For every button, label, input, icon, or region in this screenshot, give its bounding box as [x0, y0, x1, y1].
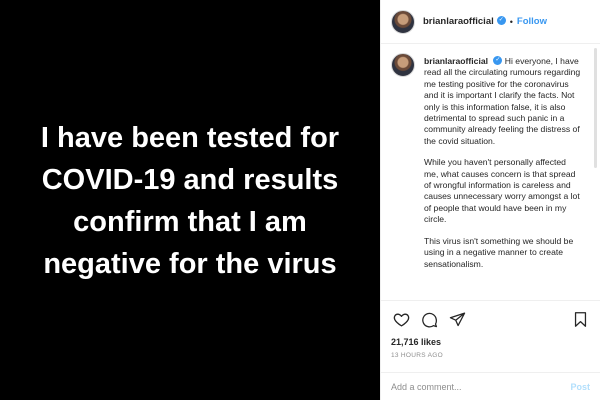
heart-icon[interactable] [391, 309, 411, 329]
share-icon[interactable] [447, 309, 467, 329]
caption-username[interactable]: brianlaraofficial [424, 56, 488, 66]
comment-input[interactable] [391, 381, 571, 392]
comment-icon[interactable] [419, 309, 439, 329]
verified-icon: ✓ [496, 16, 506, 25]
bookmark-icon[interactable] [570, 309, 590, 329]
header-username[interactable]: brianlaraofficial [423, 16, 494, 27]
verified-icon: ✓ [493, 56, 503, 66]
post-sidebar: brianlaraofficial ✓ • Follow brianlaraof… [380, 0, 600, 400]
comments-area[interactable]: brianlaraofficial ✓ Hi everyone, I have … [381, 44, 600, 300]
post-comment-button[interactable]: Post [570, 382, 590, 392]
likes-count[interactable]: 21,716 likes [391, 337, 590, 347]
avatar[interactable] [391, 9, 415, 34]
caption-body: brianlaraofficial ✓ Hi everyone, I have … [424, 56, 582, 280]
follow-button[interactable]: Follow [517, 16, 547, 27]
post-image-text: I have been tested for COVID-19 and resu… [40, 122, 340, 280]
caption-paragraph-3: This virus isn't something we should be … [424, 235, 574, 269]
caption-text-1: Hi everyone, I have read all the circula… [424, 56, 581, 146]
scrollbar[interactable] [594, 48, 597, 168]
caption-paragraph-1: brianlaraofficial ✓ Hi everyone, I have … [424, 56, 582, 147]
post-timestamp[interactable]: 13 HOURS AGO [391, 352, 590, 359]
comment-box: Post [381, 372, 600, 400]
separator-dot: • [509, 16, 513, 27]
caption-avatar[interactable] [391, 53, 415, 77]
caption-paragraph-2: While you haven't personally affected me… [424, 157, 580, 225]
action-icons [391, 309, 590, 329]
post-actions: 21,716 likes 13 HOURS AGO [381, 300, 600, 372]
post-image: I have been tested for COVID-19 and resu… [0, 0, 380, 400]
instagram-post: I have been tested for COVID-19 and resu… [0, 0, 600, 400]
post-header: brianlaraofficial ✓ • Follow [381, 0, 600, 44]
caption: brianlaraofficial ✓ Hi everyone, I have … [391, 53, 590, 280]
